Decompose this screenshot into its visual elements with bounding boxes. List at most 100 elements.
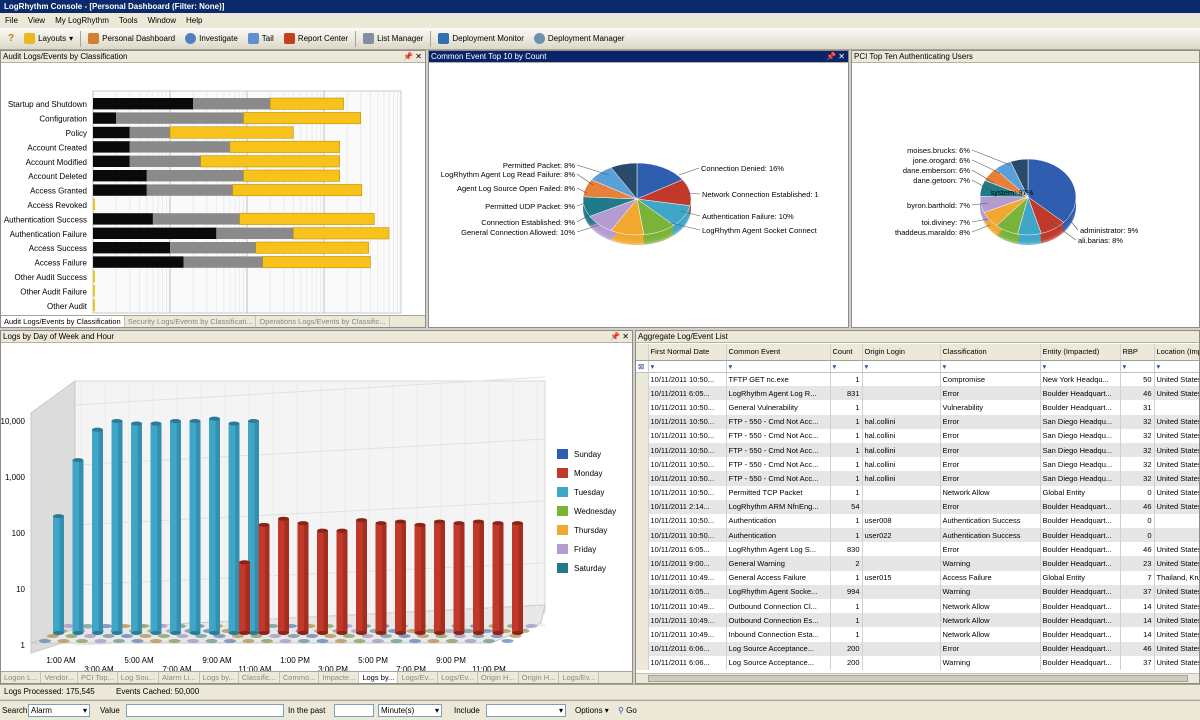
close-icon[interactable]: ✕	[838, 51, 845, 62]
tab-audit[interactable]: Audit Logs/Events by Classification	[1, 316, 125, 327]
table-row[interactable]: 10/11/2011 10:49... Outbound Connection E…	[636, 613, 1199, 628]
menu-window[interactable]: Window	[143, 16, 181, 25]
row-selector[interactable]	[636, 528, 649, 543]
row-selector[interactable]	[636, 414, 649, 429]
tail-button[interactable]: Tail	[243, 30, 279, 48]
column-header[interactable]: Common Event	[726, 344, 831, 361]
search-type-select[interactable]: Alarm ▾	[28, 704, 90, 717]
row-selector[interactable]	[636, 372, 649, 387]
dashboard-tab[interactable]: Origin H...	[478, 672, 519, 683]
table-row[interactable]: 10/11/2011 10:49... Outbound Connection C…	[636, 599, 1199, 614]
table-row[interactable]: 10/11/2011 10:49... General Access Failur…	[636, 570, 1199, 585]
past-input[interactable]	[334, 704, 374, 717]
dashboard-tab[interactable]: Classific...	[239, 672, 280, 683]
row-selector[interactable]	[636, 542, 649, 557]
investigate-button[interactable]: Investigate	[180, 30, 243, 48]
dashboard-tab[interactable]: Logs/Ev...	[438, 672, 478, 683]
table-row[interactable]: 10/11/2011 10:50... FTP - 550 - Cmd Not A…	[636, 457, 1199, 472]
row-selector[interactable]	[636, 471, 649, 486]
dashboard-tab[interactable]: Log Sou...	[118, 672, 159, 683]
row-selector[interactable]	[636, 386, 649, 401]
table-row[interactable]: 10/11/2011 6:05... LogRhythm Agent Socke.…	[636, 584, 1199, 599]
dashboard-tab[interactable]: Origin H...	[519, 672, 560, 683]
column-header[interactable]: RBP	[1120, 344, 1155, 361]
row-selector[interactable]	[636, 442, 649, 458]
tab-security[interactable]: Security Logs/Events by Classificati...	[125, 316, 257, 327]
dashboard-tab[interactable]: PCI Top...	[78, 672, 118, 683]
column-filter[interactable]: ▾	[1154, 360, 1199, 373]
row-selector[interactable]	[636, 655, 649, 670]
table-row[interactable]: 10/11/2011 10:50... Permitted TCP Packet 1…	[636, 485, 1199, 500]
dashboard-tab[interactable]: Impacte...	[319, 672, 360, 683]
column-header[interactable]: Count	[830, 344, 863, 361]
include-select[interactable]: ▾	[486, 704, 566, 717]
row-selector[interactable]	[636, 627, 649, 642]
dashboard-tab[interactable]: Logs by...	[200, 672, 239, 683]
column-header[interactable]: First Normal Date	[648, 344, 727, 361]
help-button[interactable]: ?	[3, 30, 19, 48]
menu-help[interactable]: Help	[181, 16, 207, 25]
table-row[interactable]: 10/11/2011 10:50... FTP - 550 - Cmd Not A…	[636, 428, 1199, 443]
layouts-button[interactable]: Layouts ▾	[19, 30, 78, 48]
column-filter[interactable]: ▾	[1120, 360, 1155, 373]
horizontal-scrollbar[interactable]	[636, 673, 1199, 683]
table-row[interactable]: 10/11/2011 2:14... LogRhythm ARM NfnEng..…	[636, 499, 1199, 514]
value-input[interactable]	[126, 704, 284, 717]
table-row[interactable]: 10/11/2011 10:50... General Vulnerability…	[636, 400, 1199, 415]
go-button[interactable]: ⚲ Go	[618, 706, 637, 715]
row-selector[interactable]	[636, 457, 649, 472]
table-row[interactable]: 10/11/2011 10:50... TFTP GET nc.exe 1 Compr…	[636, 372, 1199, 387]
deployment-manager-button[interactable]: Deployment Manager	[529, 30, 629, 48]
pin-icon[interactable]: 📌	[403, 51, 413, 62]
column-filter[interactable]: ▾	[648, 360, 727, 373]
table-row[interactable]: 10/11/2011 9:00... General Warning 2 Warnin…	[636, 556, 1199, 571]
table-row[interactable]: 10/11/2011 10:50... FTP - 550 - Cmd Not A…	[636, 414, 1199, 429]
row-selector[interactable]	[636, 428, 649, 443]
dashboard-tab[interactable]: Vendor...	[41, 672, 78, 683]
row-selector[interactable]	[636, 599, 649, 614]
table-row[interactable]: 10/11/2011 10:49... Inbound Connection Es…	[636, 627, 1199, 642]
tab-operations[interactable]: Operations Logs/Events by Classific...	[256, 316, 390, 327]
table-row[interactable]: 10/11/2011 6:05... LogRhythm Agent Log S.…	[636, 542, 1199, 557]
row-selector[interactable]	[636, 499, 649, 514]
column-header[interactable]: Classification	[940, 344, 1041, 361]
row-selector[interactable]	[636, 400, 649, 415]
filter-icon[interactable]: ⊠	[636, 360, 649, 373]
dashboard-tab[interactable]: Logs by...	[359, 672, 399, 683]
pin-icon[interactable]: 📌	[610, 331, 620, 342]
column-filter[interactable]: ▾	[726, 360, 831, 373]
table-row[interactable]: 10/11/2011 10:50... FTP - 550 - Cmd Not A…	[636, 442, 1199, 458]
row-selector[interactable]	[636, 513, 649, 529]
scroll-thumb[interactable]	[648, 675, 1188, 682]
table-row[interactable]: 10/11/2011 10:50... Authentication 1 user00…	[636, 513, 1199, 529]
pin-icon[interactable]: 📌	[826, 51, 836, 62]
options-button[interactable]: Options ▾	[575, 706, 609, 715]
table-row[interactable]: 10/11/2011 10:50... FTP - 550 - Cmd Not A…	[636, 471, 1199, 486]
row-selector[interactable]	[636, 556, 649, 571]
column-filter[interactable]: ▾	[862, 360, 941, 373]
list-manager-button[interactable]: List Manager	[358, 30, 428, 48]
table-row[interactable]: 10/11/2011 6:05... LogRhythm Agent Log R.…	[636, 386, 1199, 401]
column-filter[interactable]: ▾	[940, 360, 1041, 373]
dashboard-tab[interactable]: Commo...	[280, 672, 320, 683]
dashboard-tab[interactable]: Logs/Ev...	[559, 672, 600, 683]
personal-dashboard-button[interactable]: Personal Dashboard	[83, 30, 180, 48]
deployment-monitor-button[interactable]: Deployment Monitor	[433, 30, 529, 48]
column-filter[interactable]: ▾	[830, 360, 863, 373]
dashboard-tab[interactable]: Logs/Ev...	[398, 672, 439, 683]
dashboard-tab[interactable]: Logon L...	[1, 672, 42, 683]
menu-view[interactable]: View	[23, 16, 50, 25]
dashboard-tab[interactable]: Alarm Li...	[159, 672, 200, 683]
column-filter[interactable]: ▾	[1040, 360, 1121, 373]
menu-tools[interactable]: Tools	[114, 16, 143, 25]
column-header[interactable]: Origin Login	[862, 344, 941, 361]
column-header[interactable]: Entity (Impacted)	[1040, 344, 1121, 361]
menu-file[interactable]: File	[0, 16, 23, 25]
row-selector[interactable]	[636, 584, 649, 599]
row-selector[interactable]	[636, 641, 649, 656]
menu-my-logrhythm[interactable]: My LogRhythm	[50, 16, 114, 25]
table-row[interactable]: 10/11/2011 6:06... Log Source Acceptance.…	[636, 655, 1199, 670]
unit-select[interactable]: Minute(s) ▾	[378, 704, 442, 717]
row-selector[interactable]	[636, 613, 649, 628]
column-header[interactable]: Location (Imp	[1154, 344, 1199, 361]
